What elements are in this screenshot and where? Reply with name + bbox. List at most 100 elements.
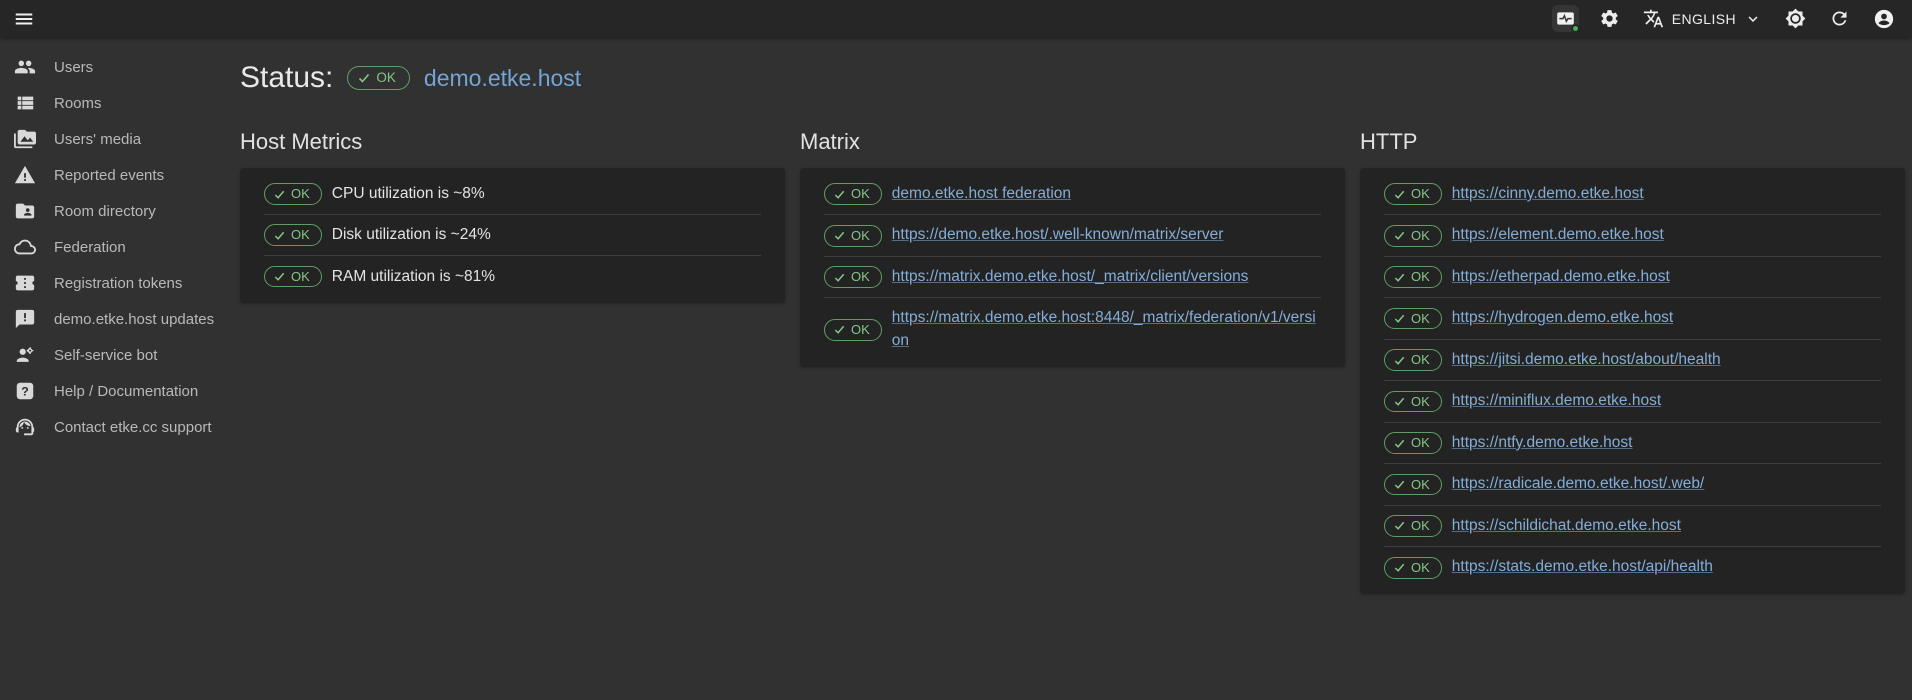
ok-chip-label: OK <box>1411 311 1430 327</box>
ok-chip: OK <box>1384 474 1442 496</box>
token-icon <box>14 272 36 294</box>
refresh-button[interactable] <box>1826 5 1853 32</box>
ok-chip-label: OK <box>1411 477 1430 493</box>
ok-chip-label: OK <box>1411 518 1430 534</box>
sidebar-item-self-service-bot[interactable]: Self-service bot <box>0 337 224 373</box>
panel-card: OKdemo.etke.host federationOKhttps://dem… <box>800 168 1345 367</box>
sidebar-item-label: Room directory <box>54 203 156 220</box>
check-icon <box>273 270 286 283</box>
sidebar-item-reported-events[interactable]: Reported events <box>0 157 224 193</box>
status-link[interactable]: https://schildichat.demo.etke.host <box>1452 515 1681 537</box>
check-icon <box>833 271 846 284</box>
sidebar-item-label: Self-service bot <box>54 347 157 364</box>
menu-button[interactable] <box>10 5 38 33</box>
ok-chip-label: OK <box>291 186 310 202</box>
ok-chip: OK <box>1384 225 1442 247</box>
ok-chip: OK <box>1384 308 1442 330</box>
check-icon <box>273 229 286 242</box>
sidebar-item-room-directory[interactable]: Room directory <box>0 193 224 229</box>
check-icon <box>1393 395 1406 408</box>
check-icon <box>1393 312 1406 325</box>
rooms-list-icon <box>14 92 36 114</box>
ok-chip-label: OK <box>851 269 870 285</box>
main-content: Status: OK demo.etke.host Host MetricsOK… <box>224 37 1912 700</box>
settings-button[interactable] <box>1596 5 1623 32</box>
sidebar-item-federation[interactable]: Federation <box>0 229 224 265</box>
refresh-icon <box>1829 8 1850 29</box>
status-panels: Host MetricsOKCPU utilization is ~8%OKDi… <box>240 129 1906 594</box>
ok-chip: OK <box>1384 349 1442 371</box>
check-icon <box>1393 188 1406 201</box>
status-link[interactable]: https://stats.demo.etke.host/api/health <box>1452 556 1713 578</box>
sidebar-item-rooms[interactable]: Rooms <box>0 85 224 121</box>
ok-chip-label: OK <box>1411 352 1430 368</box>
check-icon <box>1393 354 1406 367</box>
monitoring-button[interactable] <box>1552 5 1579 32</box>
sidebar-item-registration-tokens[interactable]: Registration tokens <box>0 265 224 301</box>
status-row: OK demo.etke.host federation <box>824 174 1321 215</box>
language-label: ENGLISH <box>1672 11 1736 27</box>
check-icon <box>833 188 846 201</box>
status-header: Status: OK demo.etke.host <box>240 61 1906 95</box>
status-row: OK https://miniflux.demo.etke.host <box>1384 381 1881 422</box>
ok-chip: OK <box>1384 515 1442 537</box>
ok-chip: OK <box>347 66 410 90</box>
media-icon <box>14 128 36 150</box>
status-row: OK https://radicale.demo.etke.host/.web/ <box>1384 464 1881 505</box>
host-link[interactable]: demo.etke.host <box>424 65 581 92</box>
status-link[interactable]: https://etherpad.demo.etke.host <box>1452 266 1670 288</box>
status-link[interactable]: https://matrix.demo.etke.host/_matrix/cl… <box>892 266 1249 288</box>
check-icon <box>1393 561 1406 574</box>
check-icon <box>1393 271 1406 284</box>
ok-chip: OK <box>1384 557 1442 579</box>
status-row: OK https://stats.demo.etke.host/api/healt… <box>1384 547 1881 588</box>
status-link[interactable]: https://matrix.demo.etke.host:8448/_matr… <box>892 307 1321 352</box>
check-icon <box>357 71 371 85</box>
status-link[interactable]: https://cinny.demo.etke.host <box>1452 183 1644 205</box>
sidebar-item-users-media[interactable]: Users' media <box>0 121 224 157</box>
sidebar-item-label: Federation <box>54 239 126 256</box>
sidebar-item-label: Contact etke.cc support <box>54 419 212 436</box>
ok-chip-label: OK <box>1411 269 1430 285</box>
sidebar-item-users[interactable]: Users <box>0 49 224 85</box>
ok-chip-label: OK <box>376 70 396 86</box>
ok-chip-label: OK <box>851 186 870 202</box>
status-link[interactable]: https://demo.etke.host/.well-known/matri… <box>892 224 1224 246</box>
app-shell: UsersRooms Users' media Reported events Roo… <box>0 37 1912 700</box>
ok-chip-label: OK <box>1411 394 1430 410</box>
status-link[interactable]: https://radicale.demo.etke.host/.web/ <box>1452 473 1704 495</box>
status-row: OK https://element.demo.etke.host <box>1384 215 1881 256</box>
menu-icon <box>13 8 35 30</box>
sidebar-item-help-documentation[interactable]: ?Help / Documentation <box>0 373 224 409</box>
sidebar: UsersRooms Users' media Reported events Roo… <box>0 37 224 700</box>
ok-chip-label: OK <box>1411 228 1430 244</box>
sidebar-item-contact-etke-cc-support[interactable]: Contact etke.cc support <box>0 409 224 445</box>
help-icon: ? <box>14 380 36 402</box>
status-link[interactable]: https://hydrogen.demo.etke.host <box>1452 307 1673 329</box>
ok-chip: OK <box>1384 183 1442 205</box>
bot-icon <box>14 344 36 366</box>
check-icon <box>1393 478 1406 491</box>
account-button[interactable] <box>1870 5 1898 33</box>
panel-host-metrics: Host MetricsOKCPU utilization is ~8%OKDi… <box>240 129 785 594</box>
status-row: OKhttps://demo.etke.host/.well-known/mat… <box>824 215 1321 256</box>
check-icon <box>273 188 286 201</box>
sidebar-item-label: Users' media <box>54 131 141 148</box>
status-link[interactable]: https://ntfy.demo.etke.host <box>1452 432 1633 454</box>
status-link[interactable]: https://element.demo.etke.host <box>1452 224 1664 246</box>
ok-chip-label: OK <box>291 269 310 285</box>
ok-chip: OK <box>264 183 322 205</box>
ok-chip: OK <box>824 183 882 205</box>
sidebar-item-demo-etke-host-updates[interactable]: demo.etke.host updates <box>0 301 224 337</box>
app-bar: ENGLISH <box>0 0 1912 37</box>
status-link[interactable]: https://miniflux.demo.etke.host <box>1452 390 1661 412</box>
ok-chip-label: OK <box>1411 560 1430 576</box>
gear-icon <box>1599 8 1620 29</box>
language-button[interactable]: ENGLISH <box>1640 5 1765 32</box>
ok-chip-label: OK <box>1411 435 1430 451</box>
status-link[interactable]: demo.etke.host federation <box>892 183 1071 205</box>
status-row: OK https://cinny.demo.etke.host <box>1384 174 1881 215</box>
status-row: OKRAM utilization is ~81% <box>264 256 761 297</box>
theme-toggle-button[interactable] <box>1782 5 1809 32</box>
status-link[interactable]: https://jitsi.demo.etke.host/about/healt… <box>1452 349 1721 371</box>
